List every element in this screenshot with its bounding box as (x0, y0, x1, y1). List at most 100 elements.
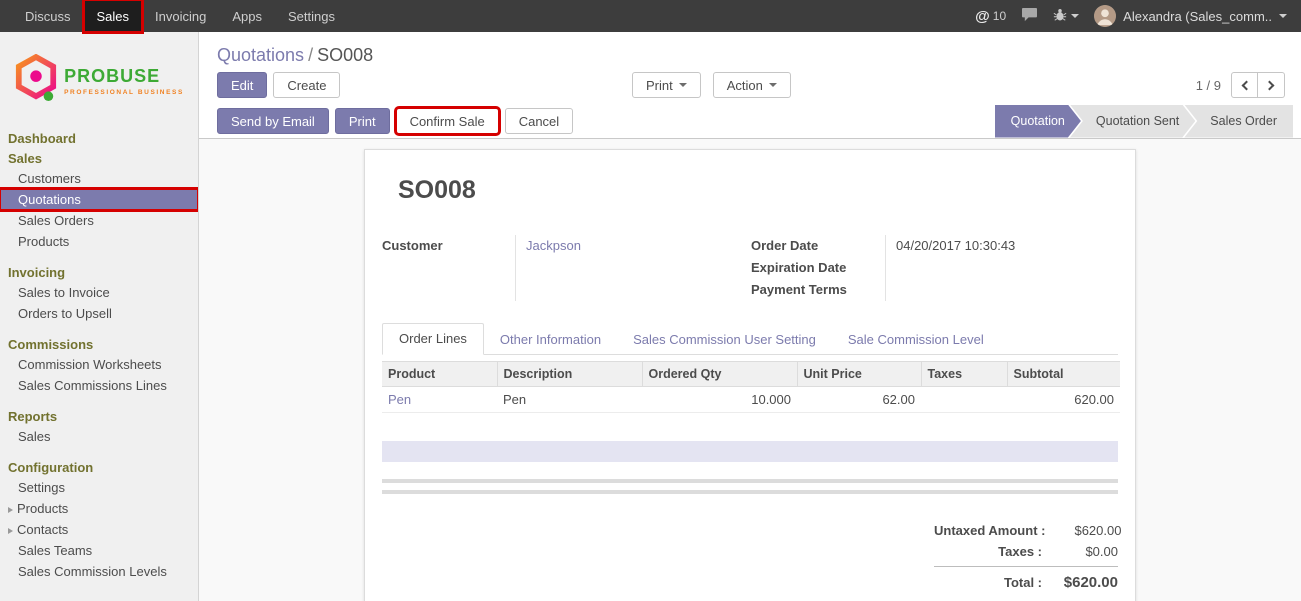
sidebar-item-sales-commissions-lines[interactable]: Sales Commissions Lines (0, 375, 198, 396)
sidebar-item-commission-worksheets[interactable]: Commission Worksheets (0, 354, 198, 375)
sidebar-item-customers[interactable]: Customers (0, 168, 198, 189)
menu-discuss[interactable]: Discuss (12, 0, 84, 32)
sidebar: PROBUSE PROFESSIONAL BUSINESS Dashboard … (0, 32, 199, 601)
payment-terms-value (896, 279, 1118, 301)
menu-apps[interactable]: Apps (219, 0, 275, 32)
taxes-row: Taxes : $0.00 (934, 541, 1118, 562)
create-button[interactable]: Create (273, 72, 340, 98)
menu-settings[interactable]: Settings (275, 0, 348, 32)
total-row: Total : $620.00 (934, 566, 1118, 594)
sidebar-item-reports-sales[interactable]: Sales (0, 426, 198, 447)
col-ordered-qty[interactable]: Ordered Qty (642, 362, 797, 387)
pager-previous-button[interactable] (1231, 72, 1258, 98)
untaxed-amount-label: Untaxed Amount : (934, 523, 1055, 538)
cell-unit-price: 62.00 (797, 387, 921, 413)
separator-line (382, 490, 1118, 494)
top-navbar: Discuss Sales Invoicing Apps Settings @ … (0, 0, 1301, 32)
print-dropdown-label: Print (646, 78, 673, 93)
messages-button[interactable] (1021, 7, 1038, 25)
chevron-down-icon (1279, 14, 1287, 18)
sidebar-nav: Dashboard Sales Customers Quotations Sal… (0, 129, 198, 582)
chevron-down-icon (679, 83, 687, 87)
sidebar-item-config-products[interactable]: Products (0, 498, 198, 519)
statusbar-row: Send by Email Print Confirm Sale Cancel … (199, 104, 1301, 138)
breadcrumb-parent-link[interactable]: Quotations (217, 45, 304, 65)
total-label: Total : (934, 575, 1052, 590)
order-date-label: Order Date (751, 235, 885, 257)
cell-ordered-qty: 10.000 (642, 387, 797, 413)
sidebar-heading-commissions[interactable]: Commissions (0, 335, 198, 354)
print-dropdown-button[interactable]: Print (632, 72, 701, 98)
tab-sale-commission-level[interactable]: Sale Commission Level (832, 325, 1000, 355)
logo-icon (14, 54, 58, 107)
user-menu[interactable]: Alexandra (Sales_comm.. (1094, 5, 1287, 27)
sidebar-heading-reports[interactable]: Reports (0, 407, 198, 426)
sidebar-item-label: Products (17, 501, 68, 516)
bug-icon (1053, 8, 1067, 25)
menu-invoicing[interactable]: Invoicing (142, 0, 219, 32)
col-subtotal[interactable]: Subtotal (1007, 362, 1120, 387)
app-logo[interactable]: PROBUSE PROFESSIONAL BUSINESS (0, 32, 198, 127)
untaxed-amount-row: Untaxed Amount : $620.00 (934, 520, 1118, 541)
tab-order-lines[interactable]: Order Lines (382, 323, 484, 355)
sidebar-heading-configuration[interactable]: Configuration (0, 458, 198, 477)
status-step-quotation-sent[interactable]: Quotation Sent (1070, 105, 1195, 138)
debug-menu-button[interactable] (1053, 8, 1079, 25)
sidebar-item-sales-to-invoice[interactable]: Sales to Invoice (0, 282, 198, 303)
sidebar-item-sales-orders[interactable]: Sales Orders (0, 210, 198, 231)
table-row[interactable]: Pen Pen 10.000 62.00 620.00 (382, 387, 1120, 413)
sidebar-item-label: Contacts (17, 522, 68, 537)
breadcrumb: Quotations/SO008 (217, 44, 373, 66)
sidebar-item-sales-teams[interactable]: Sales Teams (0, 540, 198, 561)
print-button[interactable]: Print (335, 108, 390, 134)
cancel-button[interactable]: Cancel (505, 108, 573, 134)
dropdown-button-group: Print Action (632, 72, 791, 98)
chevron-right-icon (1265, 80, 1275, 90)
order-date-value: 04/20/2017 10:30:43 (896, 235, 1118, 257)
chevron-down-icon (769, 83, 777, 87)
notebook-tabs: Order Lines Other Information Sales Comm… (382, 323, 1118, 355)
col-unit-price[interactable]: Unit Price (797, 362, 921, 387)
tab-other-information[interactable]: Other Information (484, 325, 617, 355)
send-by-email-button[interactable]: Send by Email (217, 108, 329, 134)
sidebar-heading-sales[interactable]: Sales (0, 149, 198, 168)
activities-button[interactable]: @ 10 (975, 8, 1006, 25)
pager-next-button[interactable] (1258, 72, 1285, 98)
taxes-value: $0.00 (1052, 544, 1118, 559)
status-step-quotation[interactable]: Quotation (995, 105, 1081, 138)
order-lines-empty-row (382, 441, 1118, 462)
chevron-left-icon (1241, 80, 1251, 90)
status-step-sales-order[interactable]: Sales Order (1184, 105, 1293, 138)
separator-line (382, 479, 1118, 483)
action-dropdown-button[interactable]: Action (713, 72, 791, 98)
sidebar-item-orders-to-upsell[interactable]: Orders to Upsell (0, 303, 198, 324)
breadcrumb-current: SO008 (317, 45, 373, 65)
main-layout: PROBUSE PROFESSIONAL BUSINESS Dashboard … (0, 32, 1301, 601)
cell-product[interactable]: Pen (382, 387, 497, 413)
tab-sales-commission-user-setting[interactable]: Sales Commission User Setting (617, 325, 832, 355)
chat-bubble-icon (1021, 7, 1038, 25)
breadcrumb-row: Quotations/SO008 (199, 32, 1301, 66)
customer-value-link[interactable]: Jackpson (526, 235, 751, 257)
sidebar-heading-dashboard[interactable]: Dashboard (0, 129, 198, 148)
col-description[interactable]: Description (497, 362, 642, 387)
sidebar-item-products[interactable]: Products (0, 231, 198, 252)
sidebar-item-quotations[interactable]: Quotations (0, 189, 198, 210)
col-taxes[interactable]: Taxes (921, 362, 1007, 387)
dates-field-group: Order Date Expiration Date Payment Terms… (751, 235, 1118, 301)
sidebar-item-settings[interactable]: Settings (0, 477, 198, 498)
sidebar-item-config-contacts[interactable]: Contacts (0, 519, 198, 540)
edit-button[interactable]: Edit (217, 72, 267, 98)
form-view: SO008 Customer Jackpson Order Date E (199, 139, 1301, 601)
logo-text: PROBUSE PROFESSIONAL BUSINESS (64, 66, 184, 96)
col-product[interactable]: Product (382, 362, 497, 387)
customer-label: Customer (382, 235, 515, 257)
taxes-label: Taxes : (934, 544, 1052, 559)
confirm-sale-button[interactable]: Confirm Sale (396, 108, 499, 134)
sidebar-heading-invoicing[interactable]: Invoicing (0, 263, 198, 282)
expand-arrow-icon (8, 507, 13, 513)
menu-sales[interactable]: Sales (84, 0, 143, 32)
activities-icon: @ (975, 8, 990, 25)
expiration-date-value (896, 257, 1118, 279)
sidebar-item-sales-commission-levels[interactable]: Sales Commission Levels (0, 561, 198, 582)
